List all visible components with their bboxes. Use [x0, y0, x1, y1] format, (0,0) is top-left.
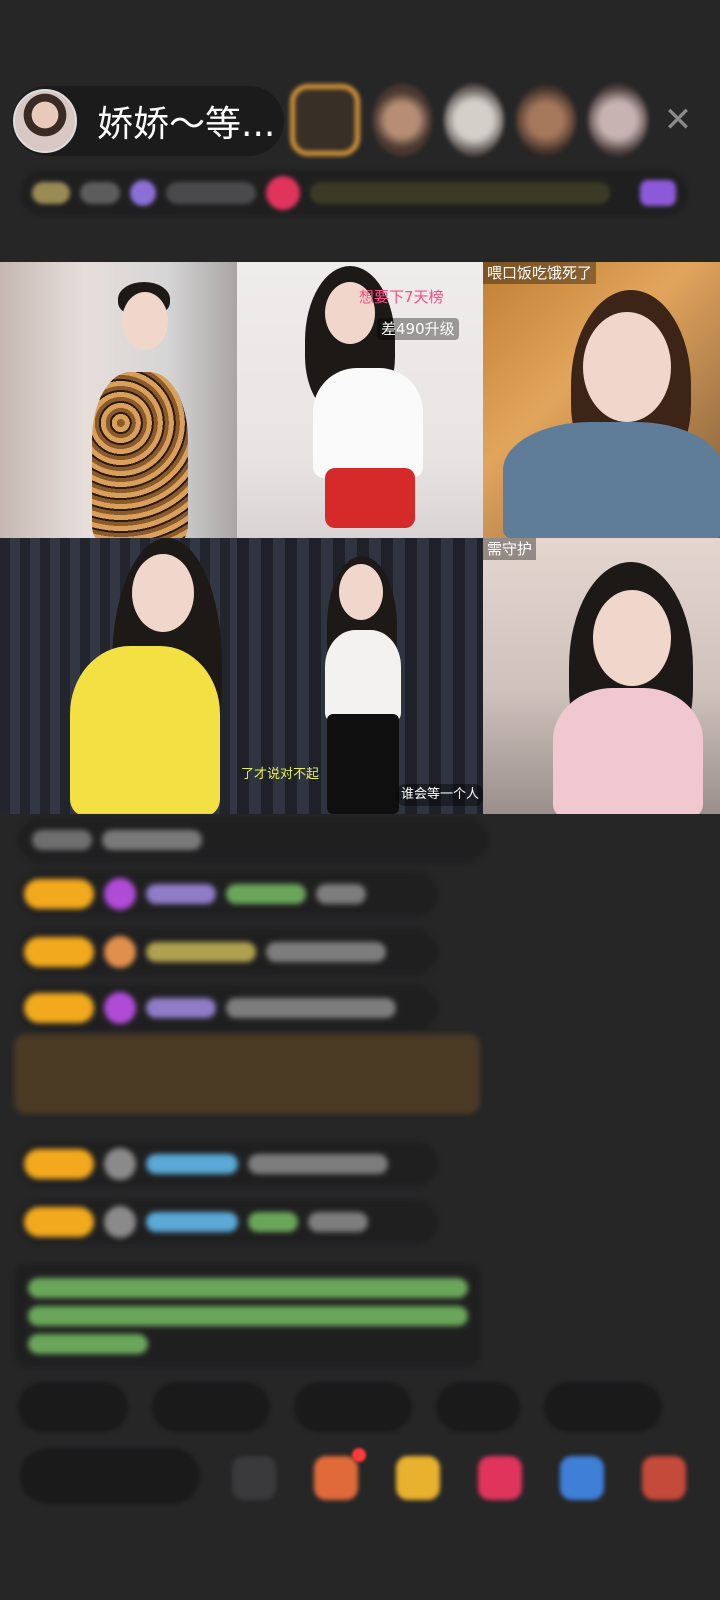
- gem-icon: [104, 992, 136, 1024]
- system-notice: [14, 1264, 480, 1366]
- notice-text: [28, 1306, 468, 1326]
- chat-text: [248, 1212, 298, 1232]
- chat-username: [146, 884, 216, 904]
- level-badge: [24, 1149, 94, 1179]
- chat-text: [308, 1212, 368, 1232]
- chat-message[interactable]: [18, 930, 438, 974]
- notice-text: [28, 1278, 468, 1298]
- chat-text: [226, 884, 306, 904]
- close-icon[interactable]: ✕: [660, 100, 696, 140]
- level-badge: [24, 993, 94, 1023]
- stream-caption: 喂口饭吃饿死了: [483, 262, 597, 284]
- chat-text: [32, 830, 92, 850]
- heart-icon[interactable]: [266, 176, 300, 210]
- streamer-figure: [122, 292, 168, 350]
- streamer-figure: [313, 368, 423, 478]
- treasure-icon[interactable]: [396, 1456, 440, 1500]
- chat-input[interactable]: [20, 1448, 200, 1504]
- streamer-figure: [583, 312, 671, 422]
- quick-chip[interactable]: [294, 1382, 412, 1432]
- ticker-icon[interactable]: [640, 180, 676, 206]
- gem-icon: [104, 1148, 136, 1180]
- stream-level: 差490升级: [377, 318, 459, 340]
- streamer-figure: [593, 590, 671, 686]
- notice-text: [28, 1334, 148, 1354]
- viewer-avatar[interactable]: [588, 84, 648, 156]
- chat-username: [146, 998, 216, 1018]
- chat-message[interactable]: [18, 1200, 438, 1244]
- chat-message[interactable]: [18, 818, 488, 862]
- streamer-figure: [92, 372, 188, 538]
- level-badge: [24, 1207, 94, 1237]
- heart-icon[interactable]: [478, 1456, 522, 1500]
- viewer-avatar[interactable]: [290, 84, 360, 156]
- video-grid: 想要下7天榜 差490升级 喂口饭吃饿死了 了才说对不起 谁会等一个人 需守护: [0, 262, 720, 814]
- ticker-text: [80, 182, 120, 204]
- streamer-figure: [325, 630, 401, 722]
- more-icon[interactable]: [642, 1456, 686, 1500]
- stream-caption: 想要下7天榜: [359, 288, 444, 306]
- chat-username: [146, 1212, 238, 1232]
- rank-badge: [32, 182, 70, 204]
- quick-chip[interactable]: [436, 1382, 520, 1432]
- quick-chip[interactable]: [18, 1382, 128, 1432]
- chat-text: [266, 942, 386, 962]
- chat-text: [102, 830, 202, 850]
- chat-message-highlight[interactable]: [14, 1034, 480, 1114]
- stream-tile[interactable]: 想要下7天榜 差490升级: [237, 262, 483, 538]
- viewer-avatar[interactable]: [444, 84, 504, 156]
- streamer-figure: [70, 646, 220, 814]
- streamer-figure: [503, 422, 720, 538]
- ticker-text: [166, 182, 256, 204]
- host-info[interactable]: 娇娇～等...: [12, 86, 284, 156]
- stream-tile[interactable]: 需守护: [483, 538, 720, 814]
- streamer-figure: [553, 688, 703, 814]
- quick-chip[interactable]: [544, 1382, 662, 1432]
- viewer-avatar[interactable]: [372, 84, 432, 156]
- streamer-figure: [325, 468, 415, 528]
- chat-text: [226, 998, 396, 1018]
- streamer-figure: [132, 554, 194, 632]
- top-viewers: [290, 84, 648, 156]
- chat-message[interactable]: [18, 1142, 438, 1186]
- stream-tile[interactable]: [0, 262, 237, 538]
- ticker-banner[interactable]: [310, 182, 610, 204]
- stream-tile[interactable]: 了才说对不起 谁会等一个人: [237, 538, 483, 814]
- stream-tile[interactable]: [0, 538, 237, 814]
- bottom-toolbar: [0, 1438, 720, 1534]
- notification-dot: [352, 1448, 366, 1462]
- level-badge: [24, 879, 94, 909]
- host-name: 娇娇～等...: [97, 104, 276, 145]
- stream-caption: 需守护: [483, 538, 537, 560]
- ticker-icon: [130, 180, 156, 206]
- quick-chip[interactable]: [152, 1382, 270, 1432]
- live-room: 娇娇～等... ✕ 想要下7天榜 差490升级 喂口饭吃饿死了 了才说对不起 谁…: [0, 0, 720, 1600]
- chat-username: [146, 942, 256, 962]
- chat-message[interactable]: [18, 872, 438, 916]
- streamer-figure: [339, 564, 383, 620]
- stream-caption: 了才说对不起: [241, 767, 320, 782]
- info-ticker[interactable]: [20, 170, 688, 216]
- chat-text: [248, 1154, 388, 1174]
- quick-reply-bar: [18, 1382, 662, 1432]
- streamer-figure: [327, 714, 399, 814]
- stream-caption: 谁会等一个人: [397, 784, 483, 806]
- emoji-icon[interactable]: [232, 1456, 276, 1500]
- gem-icon: [104, 936, 136, 968]
- gift-icon[interactable]: [314, 1456, 358, 1500]
- chat-username: [146, 1154, 238, 1174]
- gem-icon: [104, 1206, 136, 1238]
- host-avatar[interactable]: [13, 89, 77, 153]
- level-badge: [24, 937, 94, 967]
- viewer-avatar[interactable]: [516, 84, 576, 156]
- chat-message[interactable]: [18, 986, 438, 1030]
- gem-icon: [104, 878, 136, 910]
- chat-text: [316, 884, 366, 904]
- game-icon[interactable]: [560, 1456, 604, 1500]
- stream-tile[interactable]: 喂口饭吃饿死了: [483, 262, 720, 538]
